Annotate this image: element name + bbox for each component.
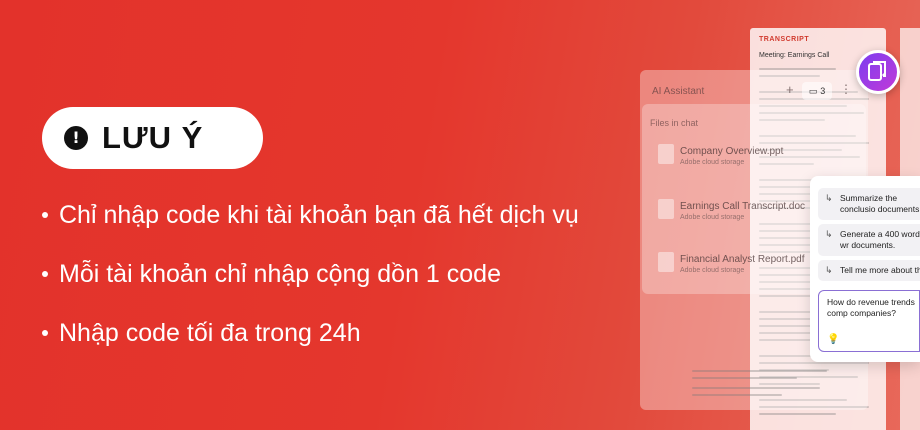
more-icon[interactable]: ⋮: [840, 82, 852, 96]
copy-sparkle-icon: [868, 61, 886, 81]
list-item: Chỉ nhập code khi tài khoản bạn đã hết d…: [42, 195, 579, 235]
suggestion-panel: ↳ Summarize the conclusio documents. ↳ G…: [810, 176, 920, 362]
suggestion-chip[interactable]: ↳ Summarize the conclusio documents.: [818, 188, 920, 220]
file-count-button[interactable]: ▭ 3: [802, 82, 832, 100]
prompt-input[interactable]: How do revenue trends comp companies? 💡: [818, 290, 920, 352]
meeting-title: Meeting: Earnings Call: [759, 52, 830, 59]
bullet-dot: [42, 212, 48, 218]
suggestion-chip[interactable]: ↳ Generate a 400 word wr documents.: [818, 224, 920, 256]
promo-banner: ! LƯU Ý Chỉ nhập code khi tài khoản bạn …: [0, 0, 920, 430]
files-icon: ▭: [808, 85, 818, 96]
list-item: Nhập code tối đa trong 24h: [42, 313, 579, 353]
bullet-dot: [42, 271, 48, 277]
notice-list: Chỉ nhập code khi tài khoản bạn đã hết d…: [42, 195, 579, 372]
file-item[interactable]: Financial Analyst Report.pdf Adobe cloud…: [680, 254, 805, 274]
add-icon[interactable]: +: [786, 82, 794, 97]
file-count: 3: [820, 86, 826, 96]
suggestion-chip[interactable]: ↳ Tell me more about the: [818, 260, 920, 281]
chat-text-lines: [692, 370, 842, 401]
notice-item-text: Nhập code tối đa trong 24h: [59, 318, 361, 347]
ppt-file-icon: [658, 144, 674, 164]
reply-arrow-icon: ↳: [825, 265, 833, 275]
exclamation-icon: !: [64, 126, 88, 150]
notice-item-text: Chỉ nhập code khi tài khoản bạn đã hết d…: [59, 200, 579, 229]
files-label: Files in chat: [650, 118, 699, 128]
notice-title: LƯU Ý: [102, 120, 204, 155]
list-item: Mỗi tài khoản chỉ nhập cộng dồn 1 code: [42, 254, 579, 294]
pdf-file-icon: [658, 252, 674, 272]
file-item[interactable]: Earnings Call Transcript.doc Adobe cloud…: [680, 201, 805, 221]
notice-badge: ! LƯU Ý: [42, 107, 263, 169]
reply-arrow-icon: ↳: [825, 193, 833, 203]
file-item[interactable]: Company Overview.ppt Adobe cloud storage: [680, 146, 783, 166]
transcript-heading: TRANSCRIPT: [759, 36, 810, 43]
ai-assistant-icon: [856, 50, 900, 94]
reply-arrow-icon: ↳: [825, 229, 833, 239]
bullet-dot: [42, 330, 48, 336]
product-mockup: TRANSCRIPT Meeting: Earnings Call AI Ass…: [600, 0, 920, 430]
notice-item-text: Mỗi tài khoản chỉ nhập cộng dồn 1 code: [59, 259, 501, 288]
doc-file-icon: [658, 199, 674, 219]
lightbulb-icon[interactable]: 💡: [827, 334, 839, 345]
panel-title: AI Assistant: [652, 86, 705, 97]
